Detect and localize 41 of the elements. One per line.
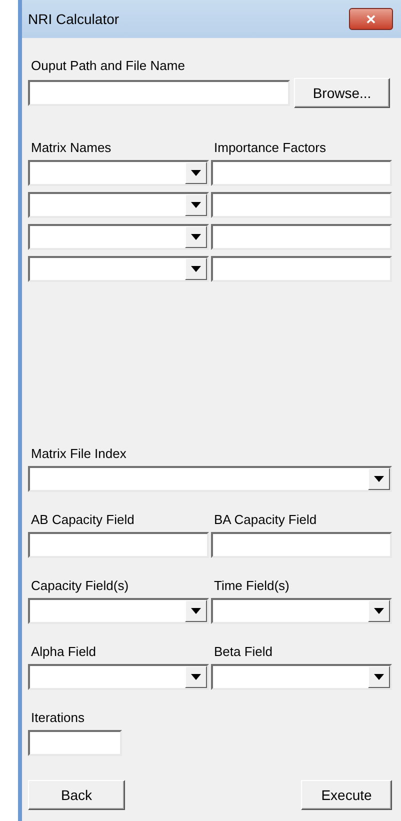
- text-field[interactable]: [211, 532, 392, 558]
- column-header: Matrix Names: [30, 139, 112, 157]
- caret-icon: [191, 202, 201, 208]
- column-header: Importance Factors: [213, 139, 327, 157]
- dropdown[interactable]: [211, 664, 392, 690]
- field-label: Capacity Field(s): [30, 577, 130, 595]
- field-label: BA Capacity Field: [213, 511, 318, 529]
- dropdown[interactable]: [28, 466, 392, 492]
- caret-icon: [374, 674, 384, 680]
- execute-button[interactable]: Execute: [301, 780, 392, 810]
- caret-icon: [191, 674, 201, 680]
- field-label: Alpha Field: [30, 643, 98, 661]
- text-field[interactable]: [211, 192, 392, 218]
- caret-icon: [374, 476, 384, 482]
- dropdown[interactable]: [211, 598, 392, 624]
- dropdown[interactable]: [28, 256, 209, 282]
- caret-icon: [191, 234, 201, 240]
- caret-icon: [191, 608, 201, 614]
- dropdown[interactable]: [28, 160, 209, 186]
- text-field[interactable]: [211, 160, 392, 186]
- text-field[interactable]: [28, 730, 122, 756]
- back-button[interactable]: Back: [28, 780, 125, 810]
- field-label: AB Capacity Field: [30, 511, 136, 529]
- dropdown[interactable]: [28, 664, 209, 690]
- browse-button[interactable]: Browse...: [294, 78, 390, 108]
- caret-icon: [191, 170, 201, 176]
- caret-icon: [191, 266, 201, 272]
- dropdown[interactable]: [28, 598, 209, 624]
- window-title: NRI Calculator: [28, 11, 120, 27]
- dropdown[interactable]: [28, 224, 209, 250]
- output-path-field[interactable]: [28, 80, 290, 106]
- dropdown[interactable]: [28, 192, 209, 218]
- field-label: Ouput Path and File Name: [30, 57, 186, 75]
- field-label: Iterations: [30, 709, 86, 727]
- caret-icon: [374, 608, 384, 614]
- field-label: Beta Field: [213, 643, 274, 661]
- text-field[interactable]: [211, 224, 392, 250]
- text-field[interactable]: [28, 532, 209, 558]
- field-label: Matrix File Index: [30, 445, 128, 463]
- text-field[interactable]: [211, 256, 392, 282]
- field-label: Time Field(s): [213, 577, 290, 595]
